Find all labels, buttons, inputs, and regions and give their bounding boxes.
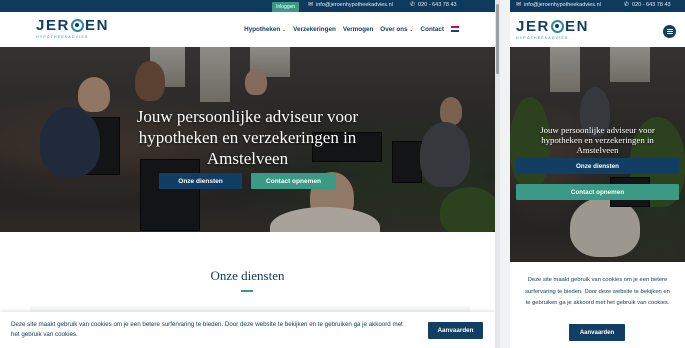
logo-tagline: HYPOTHEEKADVIES	[36, 35, 89, 39]
phone-icon: ✆	[624, 2, 630, 8]
site-logo[interactable]: JER EN HYPOTHEEKADVIES	[36, 17, 109, 39]
hero-heading: Jouw persoonlijke adviseur voor hypothek…	[0, 106, 495, 169]
top-contact-bar: Inloggen ✉ info@jeroenhypotheekadvies.nl…	[0, 0, 495, 12]
heading-underline	[241, 290, 253, 292]
mobile-top-contact-bar: ✉ info@jeroenhypotheekadvies.nl ✆ 020 - …	[510, 0, 685, 12]
mobile-logo-wordmark: JER EN	[516, 18, 589, 35]
mobile-site-logo[interactable]: JER EN HYPOTHEEKADVIES	[516, 18, 589, 40]
hero-heading-line3: Amstelveen	[206, 149, 289, 168]
phone-link[interactable]: ✆ 020 - 643 78 43	[410, 2, 457, 8]
hero-heading-line3: Amstelveen	[576, 145, 619, 155]
nav-item-contact[interactable]: Contact	[421, 26, 444, 33]
hamburger-menu-icon[interactable]	[663, 25, 676, 38]
mail-icon: ✉	[516, 2, 522, 8]
mobile-logo-tagline: HYPOTHEEKADVIES	[516, 36, 569, 40]
email-link[interactable]: ✉ info@jeroenhypotheekadvies.nl	[308, 2, 393, 8]
nav-item-vermogen[interactable]: Vermogen	[343, 26, 373, 33]
site-header: JER EN HYPOTHEEKADVIES Hypotheken ⌄ Verz…	[0, 12, 495, 47]
email-text: info@jeroenhypotheekadvies.nl	[316, 2, 393, 8]
main-nav: Hypotheken ⌄ Verzekeringen Vermogen Over…	[244, 26, 459, 33]
mobile-contact-button[interactable]: Contact opnemen	[516, 184, 679, 200]
mobile-site-header: JER EN HYPOTHEEKADVIES	[510, 12, 685, 47]
cookie-banner: Deze site maakt gebruik van cookies om j…	[0, 312, 495, 348]
login-button[interactable]: Inloggen	[272, 1, 300, 12]
logo-text-start: JER	[516, 18, 550, 35]
logo-wordmark: JER EN	[36, 17, 109, 34]
mobile-phone-text: 020 - 643 78 43	[632, 2, 671, 8]
mobile-services-button[interactable]: Onze diensten	[516, 158, 679, 174]
logo-text-end: EN	[84, 17, 110, 34]
chevron-down-icon: ⌄	[409, 27, 414, 33]
mobile-email-text: info@jeroenhypotheekadvies.nl	[524, 2, 601, 8]
scrollbar-thumb[interactable]	[496, 4, 499, 74]
hero-heading-line2: hypotheken en verzekeringen in	[138, 128, 357, 147]
chevron-down-icon: ⌄	[281, 27, 287, 33]
mobile-viewport: ✉ info@jeroenhypotheekadvies.nl ✆ 020 - …	[510, 0, 685, 348]
logo-text-end: EN	[564, 18, 590, 35]
phone-text: 020 - 643 78 43	[418, 2, 457, 8]
mobile-phone-link[interactable]: ✆ 020 - 643 78 43	[624, 2, 671, 8]
mobile-hero-section: Jouw persoonlijke adviseur voor hypothek…	[510, 47, 685, 262]
nav-label: Over ons	[380, 26, 408, 33]
mobile-email-link[interactable]: ✉ info@jeroenhypotheekadvies.nl	[516, 2, 601, 8]
uk-flag-icon[interactable]	[451, 26, 459, 32]
desktop-viewport: Inloggen ✉ info@jeroenhypotheekadvies.nl…	[0, 0, 495, 348]
contact-button[interactable]: Contact opnemen	[251, 173, 336, 189]
nav-item-hypotheken[interactable]: Hypotheken ⌄	[244, 26, 286, 33]
mail-icon: ✉	[308, 2, 314, 8]
mobile-cookie-text: Deze site maakt gebruik van cookies om j…	[525, 277, 670, 306]
nav-item-over-ons[interactable]: Over ons ⌄	[380, 26, 413, 33]
logo-o-mark-icon	[70, 19, 84, 32]
services-heading: Onze diensten	[210, 268, 285, 283]
accept-cookies-button[interactable]: Aanvaarden	[428, 322, 483, 339]
mobile-accept-cookies-button[interactable]: Aanvaarden	[569, 324, 625, 341]
logo-text-start: JER	[36, 17, 70, 34]
logo-o-mark-icon	[550, 20, 564, 33]
services-button[interactable]: Onze diensten	[159, 173, 242, 189]
mobile-cookie-banner: Deze site maakt gebruik van cookies om j…	[510, 262, 685, 348]
nav-item-verzekeringen[interactable]: Verzekeringen	[293, 26, 336, 33]
hero-heading-line2: hypotheken en verzekeringen in	[541, 135, 654, 145]
nav-label: Hypotheken	[244, 26, 281, 33]
viewport-divider	[500, 0, 510, 348]
hero-heading-line1: Jouw persoonlijke adviseur voor	[540, 125, 655, 135]
hero-heading-line1: Jouw persoonlijke adviseur voor	[136, 107, 359, 126]
phone-icon: ✆	[410, 2, 416, 8]
cookie-text: Deze site maakt gebruik van cookies om j…	[11, 321, 403, 338]
hero-section: Jouw persoonlijke adviseur voor hypothek…	[0, 47, 495, 232]
mobile-hero-heading: Jouw persoonlijke adviseur voor hypothek…	[510, 125, 685, 155]
